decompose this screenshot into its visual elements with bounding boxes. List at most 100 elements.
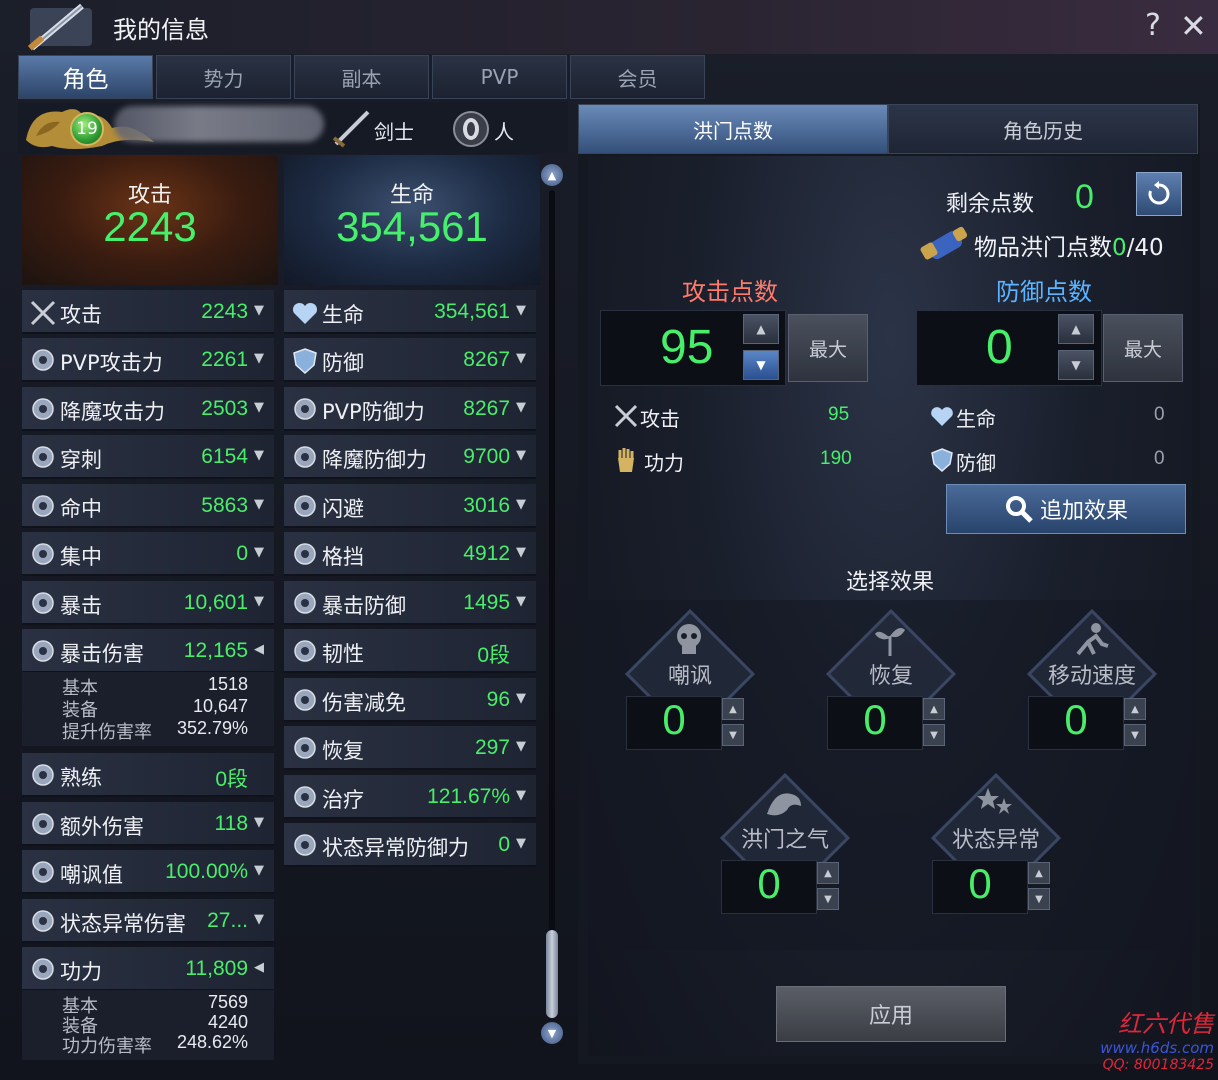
stat-row-defense[interactable]: 韧性 0段 bbox=[284, 629, 536, 673]
stat-label: 韧性 bbox=[322, 642, 364, 666]
stat-row-attack[interactable]: 集中 0 ▼ bbox=[22, 532, 274, 576]
expand-arrow-icon[interactable]: ▼ bbox=[254, 912, 268, 927]
add-effect-button[interactable]: 追加效果 bbox=[946, 484, 1186, 534]
tab-faction[interactable]: 势力 bbox=[156, 55, 291, 99]
expand-arrow-icon[interactable]: ▼ bbox=[254, 545, 268, 560]
stat-row-attack[interactable]: 降魔攻击力 2503 ▼ bbox=[22, 387, 274, 431]
stat-row-defense[interactable]: 恢复 297 ▼ bbox=[284, 726, 536, 770]
defense-points-increase[interactable]: ▲ bbox=[1058, 314, 1094, 344]
effect-decrease[interactable]: ▼ bbox=[817, 888, 839, 910]
stat-row-attack[interactable]: PVP攻击力 2261 ▼ bbox=[22, 338, 274, 382]
expand-arrow-icon[interactable]: ▼ bbox=[254, 815, 268, 830]
effect-increase[interactable]: ▲ bbox=[722, 698, 744, 720]
stat-row-defense[interactable]: 防御 8267 ▼ bbox=[284, 338, 536, 382]
stat-row-defense[interactable]: 降魔防御力 9700 ▼ bbox=[284, 435, 536, 479]
stat-row-defense[interactable]: 伤害减免 96 ▼ bbox=[284, 678, 536, 722]
stat-label: PVP防御力 bbox=[322, 400, 425, 424]
expand-arrow-icon[interactable]: ▼ bbox=[516, 400, 530, 415]
mastery-icon bbox=[32, 764, 54, 786]
stat-value: 1495 bbox=[463, 591, 510, 614]
effect-increase[interactable]: ▲ bbox=[817, 862, 839, 884]
stat-row-attack[interactable]: 命中 5863 ▼ bbox=[22, 484, 274, 528]
stat-label: 格挡 bbox=[322, 545, 364, 569]
expand-arrow-icon[interactable]: ▼ bbox=[516, 739, 530, 754]
pvp-defense-icon bbox=[294, 398, 316, 420]
effect-increase[interactable]: ▲ bbox=[923, 698, 945, 720]
stat-row-attack[interactable]: 嘲讽值 100.00% ▼ bbox=[22, 850, 274, 894]
stat-row-defense[interactable]: PVP防御力 8267 ▼ bbox=[284, 387, 536, 431]
stat-row-defense[interactable]: 状态异常防御力 0 ▼ bbox=[284, 823, 536, 867]
stat-row-attack[interactable]: 攻击 2243 ▼ bbox=[22, 290, 274, 334]
stat-row-attack[interactable]: 额外伤害 118 ▼ bbox=[22, 802, 274, 846]
attack-bonus-row: 攻击 95 bbox=[612, 396, 862, 436]
stat-row-attack[interactable]: 穿刺 6154 ▼ bbox=[22, 435, 274, 479]
stat-row-attack[interactable]: 熟练 0段 bbox=[22, 753, 274, 797]
stat-value: 2261 bbox=[201, 348, 248, 371]
stat-row-attack[interactable]: 功力 11,809 ◀ bbox=[22, 947, 274, 991]
expand-arrow-icon[interactable]: ▼ bbox=[254, 303, 268, 318]
scrollbar-thumb[interactable] bbox=[546, 930, 558, 1018]
effect-increase[interactable]: ▲ bbox=[1124, 698, 1146, 720]
stat-row-attack[interactable]: 暴击 10,601 ▼ bbox=[22, 581, 274, 625]
scroll-down-button[interactable]: ▼ bbox=[541, 1022, 563, 1044]
expand-arrow-icon[interactable]: ▼ bbox=[254, 400, 268, 415]
scroll-up-button[interactable]: ▲ bbox=[541, 164, 563, 186]
expand-arrow-icon[interactable]: ▼ bbox=[254, 594, 268, 609]
effect-increase[interactable]: ▲ bbox=[1028, 862, 1050, 884]
tab-hongmen-points[interactable]: 洪门点数 bbox=[578, 104, 888, 154]
stat-label: 集中 bbox=[60, 545, 102, 569]
tab-membership[interactable]: 会员 bbox=[570, 55, 705, 99]
apply-button[interactable]: 应用 bbox=[776, 986, 1006, 1042]
target-icon bbox=[32, 495, 54, 517]
scrollbar-track[interactable] bbox=[549, 190, 555, 1016]
defense-points-value: 0 bbox=[986, 321, 1013, 374]
expand-arrow-icon[interactable]: ▼ bbox=[516, 836, 530, 851]
defense-max-button[interactable]: 最大 bbox=[1103, 314, 1183, 382]
attack-points-decrease[interactable]: ▼ bbox=[743, 350, 779, 380]
expand-arrow-icon[interactable]: ▼ bbox=[516, 351, 530, 366]
reset-button[interactable] bbox=[1136, 172, 1182, 216]
expand-arrow-icon[interactable]: ▼ bbox=[254, 448, 268, 463]
stat-row-defense[interactable]: 闪避 3016 ▼ bbox=[284, 484, 536, 528]
detail-value: 4240 bbox=[207, 1012, 248, 1032]
defense-points-decrease[interactable]: ▼ bbox=[1058, 350, 1094, 380]
expand-arrow-icon[interactable]: ▼ bbox=[516, 691, 530, 706]
stat-row-defense[interactable]: 格挡 4912 ▼ bbox=[284, 532, 536, 576]
expand-arrow-icon[interactable]: ◀ bbox=[254, 960, 268, 975]
expand-arrow-icon[interactable]: ▼ bbox=[516, 545, 530, 560]
attack-points-increase[interactable]: ▲ bbox=[743, 314, 779, 344]
stat-label: 穿刺 bbox=[60, 448, 102, 472]
stat-row-defense[interactable]: 生命 354,561 ▼ bbox=[284, 290, 536, 334]
stat-value: 96 bbox=[486, 688, 510, 711]
close-button[interactable]: ✕ bbox=[1180, 8, 1207, 44]
damage-reduction-icon bbox=[294, 689, 316, 711]
stat-label: 伤害减免 bbox=[322, 691, 406, 715]
expand-arrow-icon[interactable]: ▼ bbox=[516, 448, 530, 463]
expand-arrow-icon[interactable]: ▼ bbox=[516, 594, 530, 609]
effect-decrease[interactable]: ▼ bbox=[722, 724, 744, 746]
expand-arrow-icon[interactable]: ▼ bbox=[254, 351, 268, 366]
attack-max-button[interactable]: 最大 bbox=[788, 314, 868, 382]
expand-arrow-icon[interactable]: ▼ bbox=[516, 788, 530, 803]
stat-row-defense[interactable]: 治疗 121.67% ▼ bbox=[284, 775, 536, 819]
expand-arrow-icon[interactable]: ▼ bbox=[516, 497, 530, 512]
tab-pvp[interactable]: PVP bbox=[432, 55, 567, 99]
expand-arrow-icon[interactable]: ◀ bbox=[254, 642, 268, 657]
help-button[interactable]: ? bbox=[1145, 8, 1161, 43]
stat-row-attack[interactable]: 状态异常伤害 27... ▼ bbox=[22, 899, 274, 943]
tab-character-history[interactable]: 角色历史 bbox=[888, 104, 1198, 154]
stat-value: 12,165 bbox=[183, 639, 248, 662]
watermark-line1: 红六代售 bbox=[1118, 1010, 1214, 1038]
tab-dungeon[interactable]: 副本 bbox=[294, 55, 429, 99]
expand-arrow-icon[interactable]: ▼ bbox=[254, 497, 268, 512]
expand-arrow-icon[interactable]: ▼ bbox=[516, 303, 530, 318]
stat-row-attack[interactable]: 暴击伤害 12,165 ◀ bbox=[22, 629, 274, 673]
tab-character[interactable]: 角色 bbox=[18, 55, 153, 99]
effect-decrease[interactable]: ▼ bbox=[1124, 724, 1146, 746]
effect-decrease[interactable]: ▼ bbox=[1028, 888, 1050, 910]
select-effect-title: 选择效果 bbox=[846, 570, 935, 595]
stat-row-defense[interactable]: 暴击防御 1495 ▼ bbox=[284, 581, 536, 625]
effect-decrease[interactable]: ▼ bbox=[923, 724, 945, 746]
expand-arrow-icon[interactable]: ▼ bbox=[254, 863, 268, 878]
effect-label: 嘲讽 bbox=[667, 664, 712, 689]
